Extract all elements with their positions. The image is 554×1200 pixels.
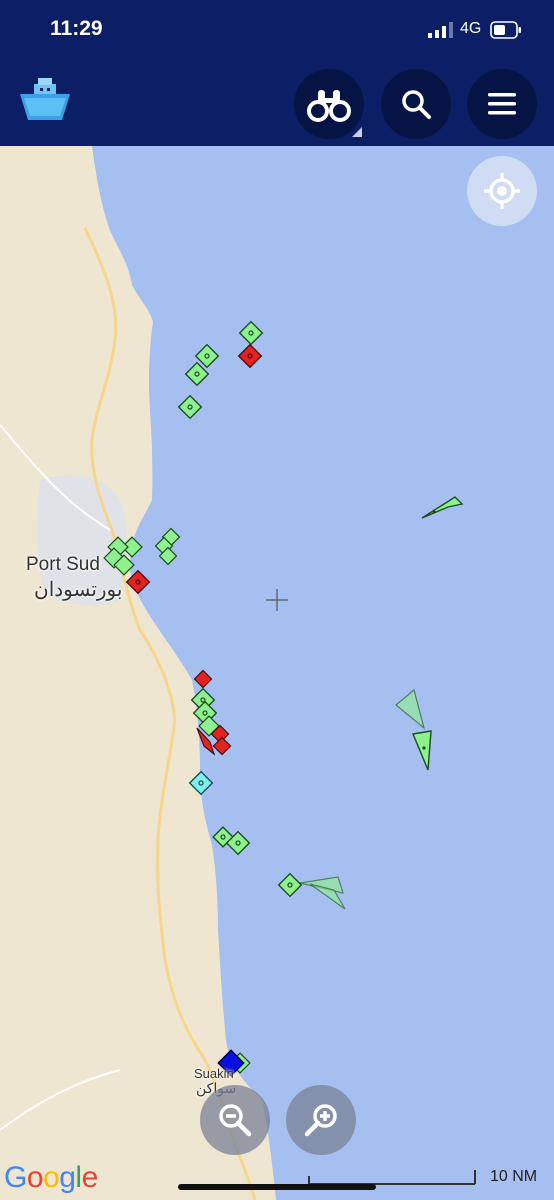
binoculars-icon [307,90,351,122]
zoom-in-button[interactable] [286,1085,356,1155]
menu-button[interactable] [467,69,537,139]
google-logo-letter: g [59,1161,76,1194]
google-logo-letter: o [43,1161,60,1194]
scale-bar [308,1170,476,1185]
google-logo: Google [4,1161,98,1195]
ship-logo-icon[interactable] [18,76,72,126]
land-coast [0,146,276,1200]
zoom-out-button[interactable] [200,1085,270,1155]
vessel-marker[interactable] [412,730,432,771]
battery-icon [490,21,521,39]
zoom-in-icon [304,1104,337,1137]
google-logo-letter: G [4,1161,27,1194]
google-logo-letter: e [81,1161,99,1194]
port-sudan-label: Port Sud [26,554,100,575]
vessel-marker[interactable] [177,394,203,420]
binoculars-button[interactable] [294,69,364,139]
search-button[interactable] [381,69,451,139]
suakin-label: Suakin [194,1066,234,1081]
vessel-marker[interactable] [395,688,426,730]
status-time: 11:29 [50,17,103,40]
map-view[interactable] [0,146,554,1200]
status-bar: 11:29 4G [0,0,554,60]
port-sudan-arabic-label: بورتسودان [34,579,123,601]
menu-icon [488,93,516,115]
vessel-marker[interactable] [238,320,264,346]
vessel-marker[interactable] [193,669,213,689]
vessel-marker[interactable] [212,736,232,756]
zoom-out-icon [219,1104,252,1137]
vessel-marker[interactable] [421,496,464,519]
vessel-marker[interactable] [237,343,263,369]
vessel-marker[interactable] [277,872,303,898]
locate-icon [484,173,520,209]
search-icon [402,90,431,119]
dropdown-corner-icon [352,127,362,137]
network-type: 4G [460,20,482,37]
crosshair-icon [266,589,288,611]
google-logo-letter: o [26,1161,44,1194]
home-indicator[interactable] [178,1184,376,1190]
map-canvas[interactable] [0,146,554,1200]
cellular-signal-icon [428,22,453,38]
scale-label: 10 NM [490,1168,538,1185]
my-location-button[interactable] [467,156,537,226]
